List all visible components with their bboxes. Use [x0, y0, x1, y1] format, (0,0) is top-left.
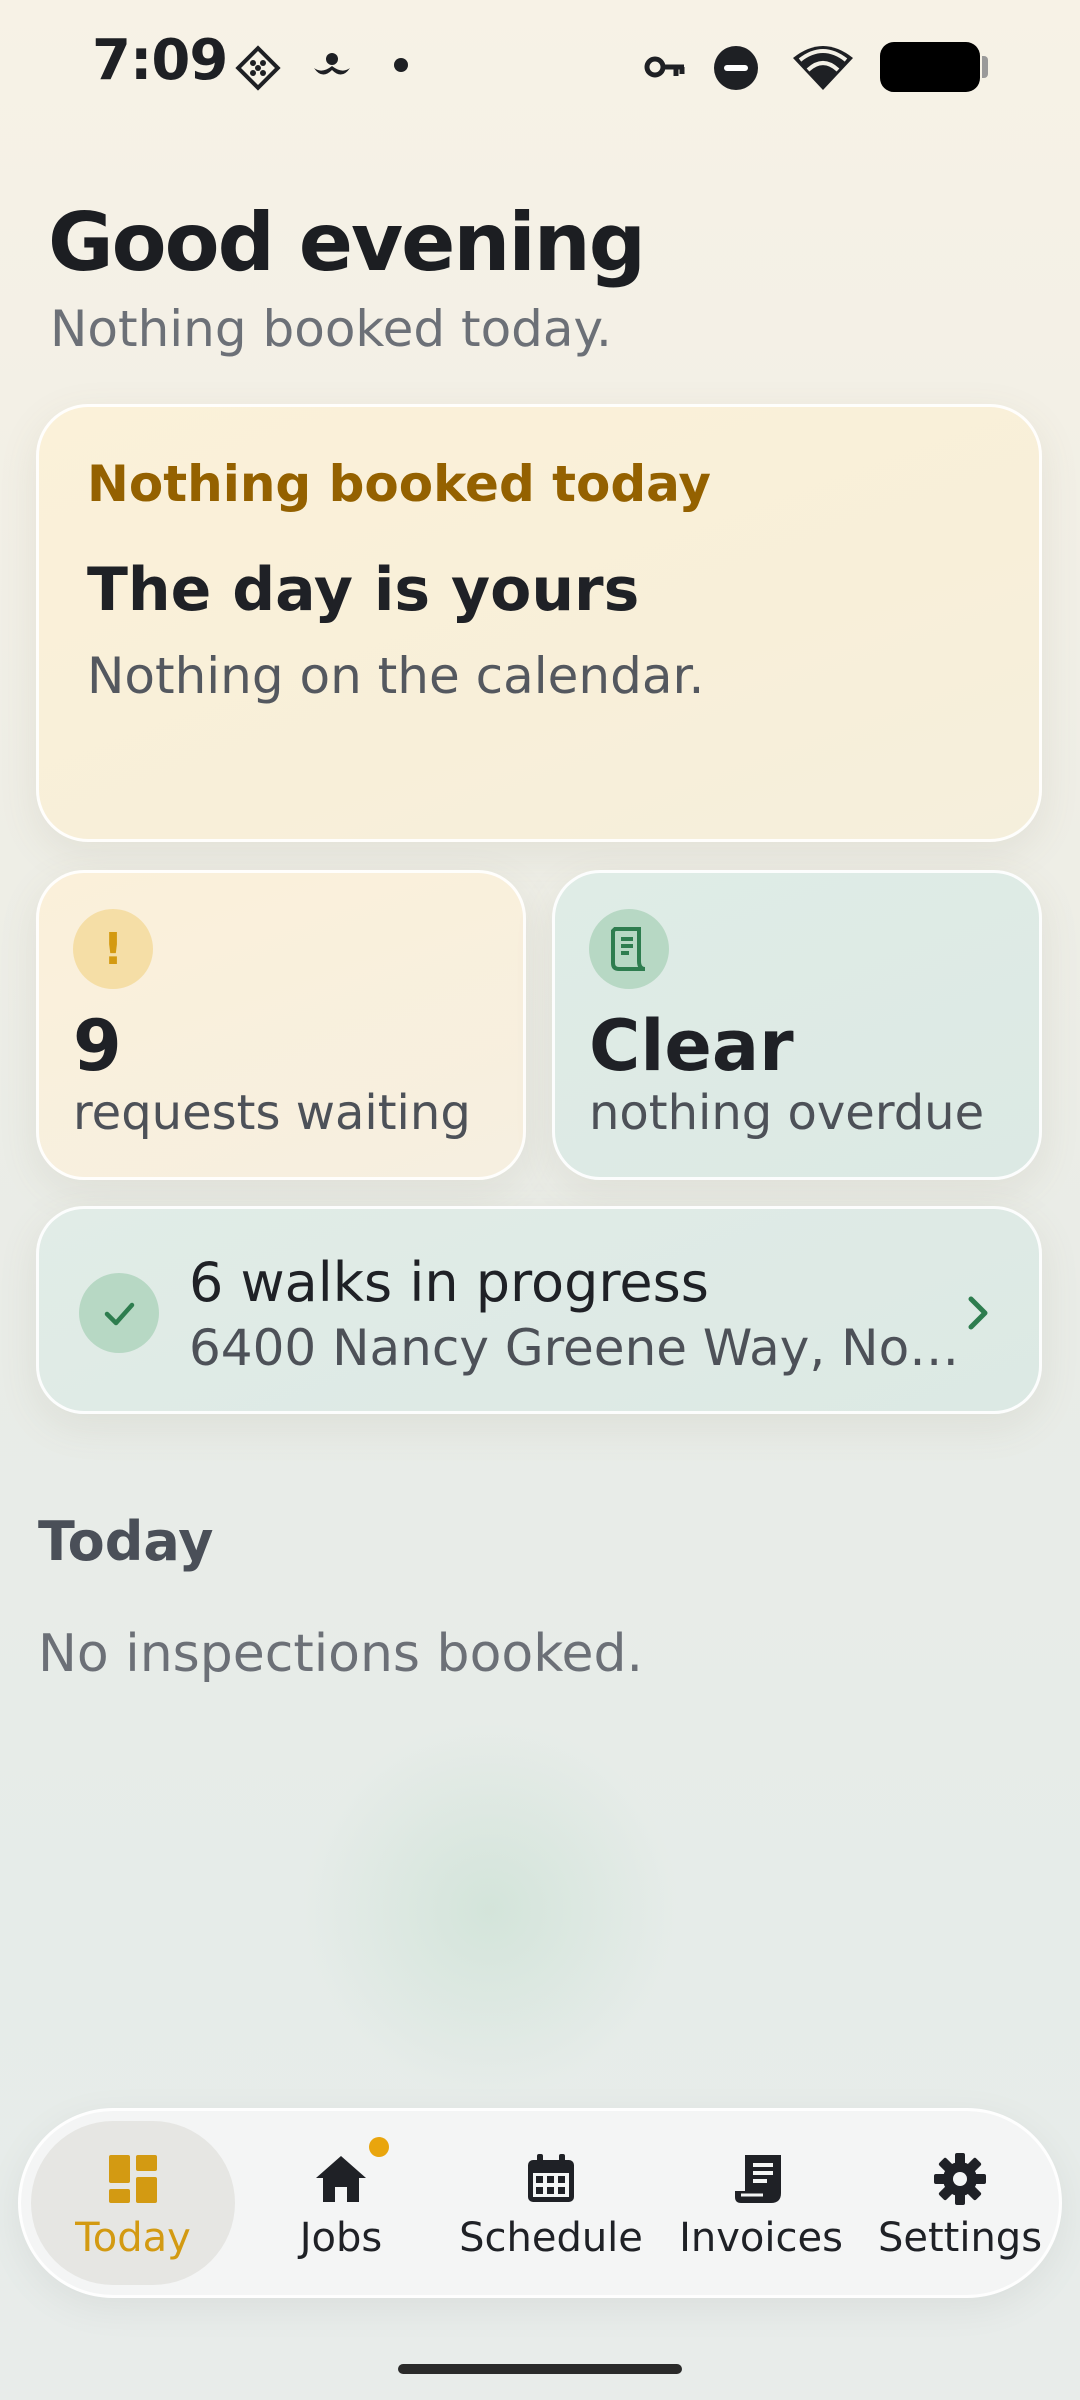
page-subtitle: Nothing booked today. — [50, 300, 612, 358]
do-not-disturb-icon — [714, 46, 758, 90]
status-time: 7:09 — [92, 28, 228, 93]
tab-jobs[interactable]: Jobs — [251, 2111, 431, 2295]
mustache-icon — [314, 53, 350, 75]
home-icon — [316, 2156, 366, 2202]
today-section-title: Today — [38, 1510, 214, 1573]
dashboard-icon — [109, 2155, 157, 2203]
tab-today-label: Today — [75, 2215, 191, 2261]
walks-address: 6400 Nancy Greene Way, Nor... — [189, 1319, 969, 1377]
tab-jobs-label: Jobs — [299, 2215, 383, 2261]
invoices-status-value: Clear — [589, 1005, 794, 1087]
calendar-icon — [528, 2154, 574, 2202]
tab-today[interactable]: Today — [31, 2111, 235, 2295]
background-glow — [300, 1720, 680, 2100]
page-title: Good evening — [48, 196, 646, 289]
jobs-notification-badge — [369, 2137, 389, 2157]
wifi-icon — [793, 46, 853, 90]
tab-invoices[interactable]: Invoices — [661, 2111, 861, 2295]
walks-title: 6 walks in progress — [189, 1251, 709, 1314]
tab-settings[interactable]: Settings — [865, 2111, 1055, 2295]
day-summary-label: Nothing booked today — [87, 455, 711, 513]
tab-settings-label: Settings — [877, 2215, 1043, 2261]
receipt-icon — [735, 2155, 781, 2203]
today-empty-state: No inspections booked. — [38, 1624, 643, 1684]
day-summary-title: The day is yours — [87, 555, 640, 625]
exclamation-icon: ! — [73, 909, 153, 989]
tab-invoices-label: Invoices — [679, 2215, 843, 2261]
chevron-right-icon — [968, 1296, 988, 1330]
requests-count: 9 — [73, 1005, 122, 1087]
bottom-nav: Today Jobs Schedule Invoices Settings — [18, 2108, 1062, 2298]
check-icon — [79, 1273, 159, 1353]
receipt-icon — [589, 909, 669, 989]
day-summary-body: Nothing on the calendar. — [87, 647, 705, 705]
tab-schedule[interactable]: Schedule — [451, 2111, 651, 2295]
home-indicator[interactable] — [398, 2364, 682, 2374]
invoices-status-label: nothing overdue — [589, 1085, 985, 1141]
tab-schedule-label: Schedule — [459, 2215, 643, 2261]
battery-icon — [880, 42, 980, 92]
gear-icon — [934, 2153, 986, 2205]
requests-card[interactable]: ! 9 requests waiting — [36, 870, 526, 1180]
vpn-key-icon — [644, 56, 685, 78]
invoices-status-card[interactable]: Clear nothing overdue — [552, 870, 1042, 1180]
notification-dot-icon — [394, 58, 408, 72]
day-summary-card[interactable]: Nothing booked today The day is yours No… — [36, 404, 1042, 842]
status-bar: 7:09 — [0, 0, 1080, 130]
battery-cap — [982, 56, 988, 78]
requests-label: requests waiting — [73, 1085, 471, 1141]
walks-in-progress-card[interactable]: 6 walks in progress 6400 Nancy Greene Wa… — [36, 1206, 1042, 1414]
grid-diamond-icon — [235, 45, 281, 91]
